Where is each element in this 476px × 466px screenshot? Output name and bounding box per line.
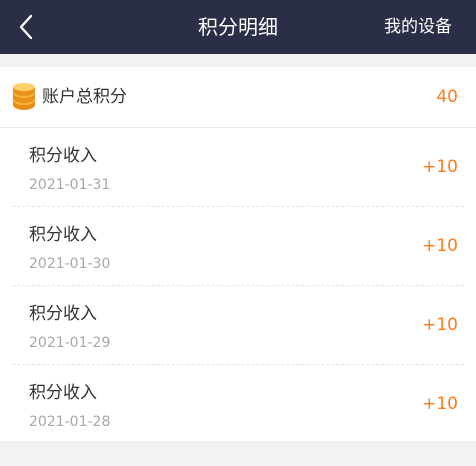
record-date: 2021-01-30 bbox=[29, 256, 111, 272]
points-card: 账户总积分 40 积分收入 2021-01-31 +10 积分收入 2021-0… bbox=[0, 67, 476, 441]
total-points-label: 账户总积分 bbox=[42, 87, 127, 107]
record-title: 积分收入 bbox=[29, 304, 97, 324]
record-title: 积分收入 bbox=[29, 383, 97, 403]
list-item: 积分收入 2021-01-28 +10 bbox=[12, 365, 464, 443]
my-devices-button[interactable]: 我的设备 bbox=[384, 0, 452, 54]
record-points: +10 bbox=[422, 394, 458, 414]
record-title: 积分收入 bbox=[29, 225, 97, 245]
total-points-row: 账户总积分 40 bbox=[0, 67, 476, 128]
record-date: 2021-01-29 bbox=[29, 335, 111, 351]
list-item: 积分收入 2021-01-30 +10 bbox=[12, 207, 464, 286]
record-date: 2021-01-31 bbox=[29, 177, 111, 193]
record-points: +10 bbox=[422, 236, 458, 256]
nav-bar: 积分明细 我的设备 bbox=[0, 0, 476, 54]
record-title: 积分收入 bbox=[29, 146, 97, 166]
record-date: 2021-01-28 bbox=[29, 414, 111, 430]
total-points-value: 40 bbox=[436, 87, 458, 107]
list-item: 积分收入 2021-01-31 +10 bbox=[12, 128, 464, 207]
record-points: +10 bbox=[422, 157, 458, 177]
coin-stack-icon bbox=[13, 83, 35, 110]
record-points: +10 bbox=[422, 315, 458, 335]
list-item: 积分收入 2021-01-29 +10 bbox=[12, 286, 464, 365]
